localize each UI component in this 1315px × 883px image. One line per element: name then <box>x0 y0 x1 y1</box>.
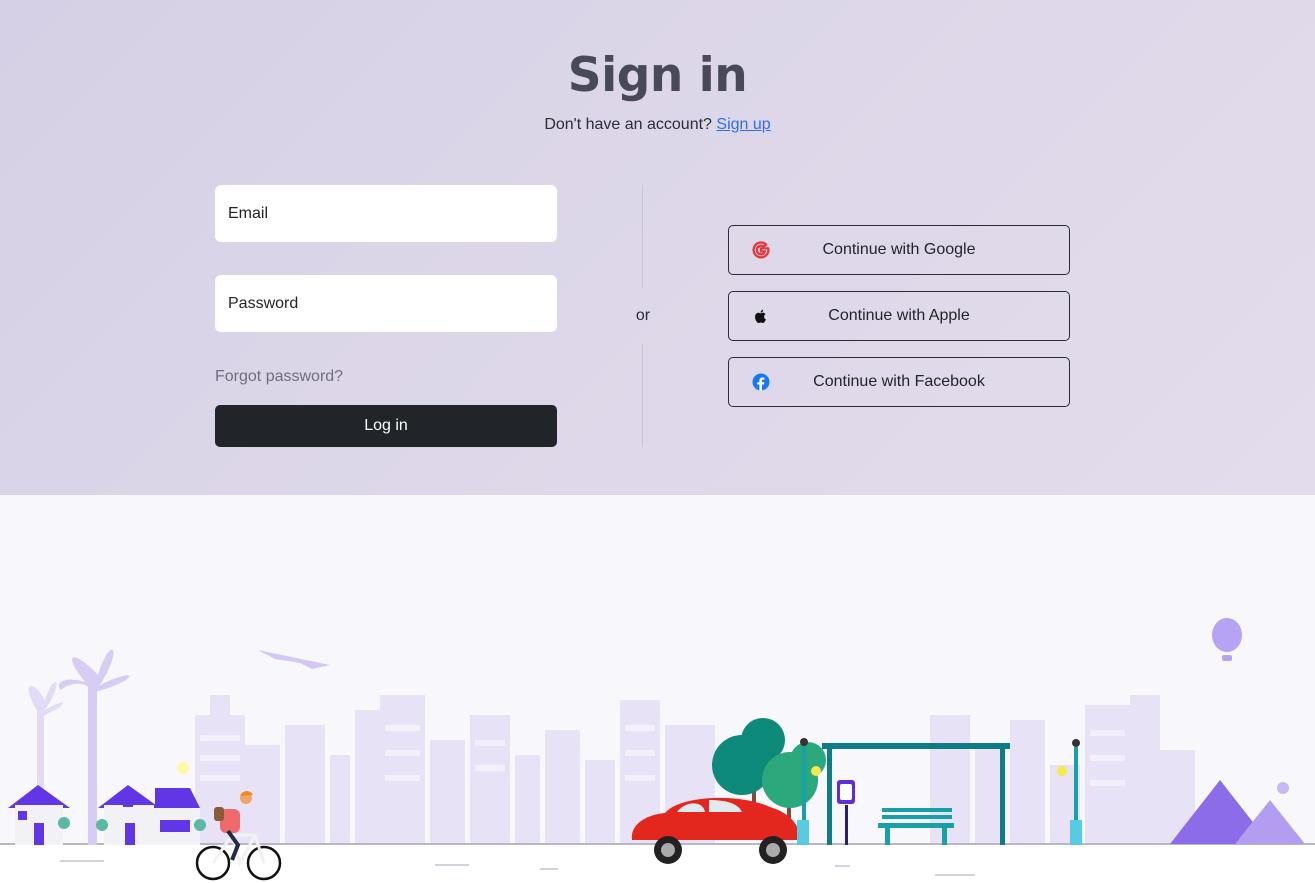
hot-air-balloon <box>1212 618 1242 661</box>
airplane <box>258 650 330 669</box>
page-title: Sign in <box>567 48 748 103</box>
login-button[interactable]: Log in <box>215 405 557 447</box>
divider-line-top <box>642 185 643 288</box>
bus-stop-sign <box>837 780 855 845</box>
signup-prompt: Don't have an account? Sign up <box>0 116 1315 134</box>
google-signin-label: Continue with Google <box>822 241 976 258</box>
password-field[interactable] <box>215 275 557 332</box>
google-signin-button[interactable]: Continue with Google <box>728 225 1070 275</box>
apple-signin-button[interactable]: Continue with Apple <box>728 291 1070 341</box>
facebook-signin-button[interactable]: Continue with Facebook <box>728 357 1070 407</box>
forgot-password-link[interactable]: Forgot password? <box>215 368 343 386</box>
email-field[interactable] <box>215 185 557 242</box>
hero-panel: Sign in Don't have an account? Sign up F… <box>0 0 1315 495</box>
divider-label: or <box>635 307 651 324</box>
moon <box>1277 782 1289 794</box>
sun <box>177 762 189 774</box>
facebook-icon <box>752 373 770 391</box>
divider-line-bottom <box>642 344 643 447</box>
google-icon <box>752 241 770 259</box>
city-illustration <box>0 618 1315 883</box>
apple-icon <box>755 309 766 324</box>
apple-signin-label: Continue with Apple <box>828 307 970 324</box>
houses <box>8 785 206 845</box>
facebook-signin-label: Continue with Facebook <box>813 373 985 390</box>
signup-link[interactable]: Sign up <box>716 116 770 133</box>
signup-prompt-text: Don't have an account? <box>544 116 712 133</box>
